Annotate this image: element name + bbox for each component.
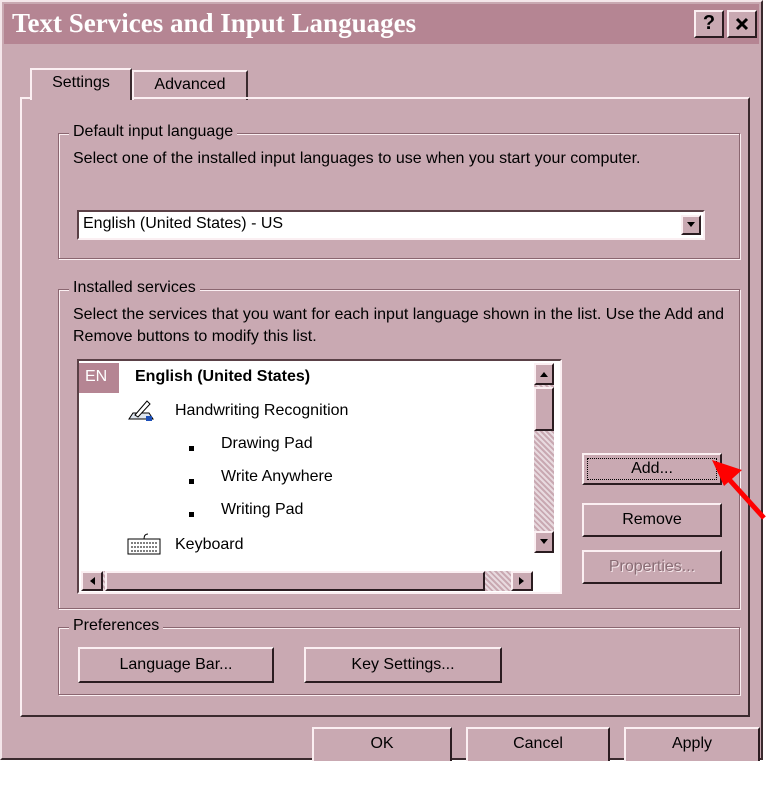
arrow-right-icon	[519, 577, 524, 585]
arrow-down-icon	[540, 539, 548, 544]
cancel-button[interactable]: Cancel	[466, 727, 610, 761]
chevron-down-icon	[687, 222, 695, 227]
keyboard-label: Keyboard	[175, 536, 244, 553]
scroll-up-button[interactable]	[534, 363, 554, 385]
default-language-group: Default input language Select one of the…	[58, 123, 740, 259]
default-language-legend: Default input language	[69, 123, 238, 141]
arrow-up-icon	[540, 372, 548, 377]
language-code-badge: EN	[85, 368, 108, 385]
scroll-left-button[interactable]	[81, 571, 103, 591]
services-list[interactable]: EN English (United States) Handwriting R…	[77, 359, 562, 594]
list-item-writing-pad[interactable]: Writing Pad	[221, 501, 303, 519]
default-language-description: Select one of the installed input langua…	[73, 150, 641, 167]
remove-button[interactable]: Remove	[582, 503, 722, 537]
arrow-left-icon	[90, 577, 95, 585]
close-icon	[735, 17, 749, 31]
apply-button[interactable]: Apply	[624, 727, 760, 761]
annotation-arrow-icon	[712, 460, 766, 520]
add-button[interactable]: Add...	[582, 453, 722, 485]
language-name: English (United States)	[135, 368, 311, 385]
scroll-right-button[interactable]	[511, 571, 533, 591]
bullet-icon	[189, 512, 194, 517]
dropdown-button[interactable]	[681, 215, 701, 235]
list-item-write-anywhere[interactable]: Write Anywhere	[221, 468, 333, 486]
default-language-value: English (United States) - US	[83, 215, 284, 232]
properties-button[interactable]: Properties...	[582, 550, 722, 584]
bullet-icon	[189, 446, 194, 451]
list-item-drawing-pad[interactable]: Drawing Pad	[221, 435, 313, 453]
language-bar-button[interactable]: Language Bar...	[78, 647, 274, 683]
bullet-icon	[189, 479, 194, 484]
pen-tablet-icon	[128, 400, 154, 421]
vertical-scroll-thumb[interactable]	[534, 387, 554, 431]
title-bar[interactable]: Text Services and Input Languages ?	[4, 4, 759, 44]
window-title: Text Services and Input Languages	[12, 8, 417, 38]
tab-settings[interactable]: Settings	[30, 68, 132, 100]
list-item-language[interactable]: EN English (United States)	[79, 363, 389, 393]
dialog-window: Text Services and Input Languages ? Sett…	[0, 0, 763, 761]
default-language-combobox[interactable]: English (United States) - US	[77, 210, 705, 240]
help-button[interactable]: ?	[694, 10, 724, 38]
close-button[interactable]	[727, 10, 757, 38]
scroll-down-button[interactable]	[534, 531, 554, 553]
key-settings-button[interactable]: Key Settings...	[304, 647, 502, 683]
tab-advanced[interactable]: Advanced	[132, 70, 248, 100]
ok-button[interactable]: OK	[312, 727, 452, 761]
installed-services-legend: Installed services	[69, 279, 200, 297]
handwriting-label: Handwriting Recognition	[175, 402, 349, 419]
keyboard-icon	[127, 533, 161, 555]
preferences-legend: Preferences	[69, 617, 164, 635]
installed-services-description: Select the services that you want for ea…	[73, 306, 725, 345]
horizontal-scroll-thumb[interactable]	[105, 571, 485, 591]
